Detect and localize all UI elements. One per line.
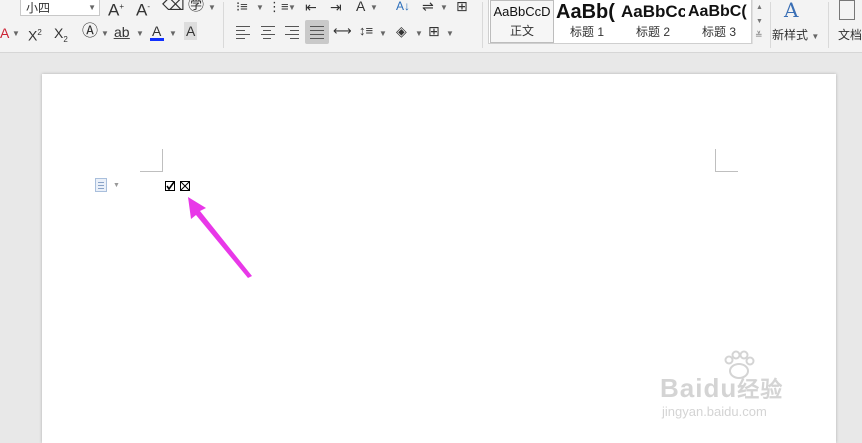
increase-indent-icon[interactable]: ⇥ [330,0,342,16]
watermark-brand: Baidu [660,373,738,403]
separator [828,2,829,48]
separator [482,2,483,48]
style-preview: AaBb( [556,1,615,23]
style-preview: AaBbC( [688,3,747,20]
chevron-down-icon[interactable]: ▼ [113,182,120,189]
expand-gallery-icon[interactable]: ≚ [755,30,763,41]
show-marks-icon[interactable]: ⇌ [422,0,434,15]
chevron-down-icon[interactable]: ▼ [169,30,177,38]
distributed-align-icon[interactable]: ⟷ [333,22,352,40]
highlight-icon[interactable]: a̲b̲ [114,23,130,41]
chevron-down-icon[interactable]: ▼ [136,30,144,38]
checked-checkbox[interactable] [165,181,175,191]
ribbon-toolbar: 小四 ▼ A+ A- ⌫ ㊫ ▼ A ▼ X2 X2 Ⓐ ▼ a̲b̲ ▼ A … [0,0,862,53]
annotation-arrow-icon [188,197,252,278]
chevron-down-icon[interactable]: ▼ [370,4,378,12]
margin-corner-top-right [715,149,738,172]
subscript-icon[interactable]: X2 [54,24,68,49]
font-color-bar [150,38,164,41]
chevron-down-icon[interactable]: ▼ [379,30,387,38]
superscript-icon[interactable]: X2 [28,24,42,45]
gallery-scroll[interactable]: ▲ ▼ ≚ [752,0,766,44]
numbered-list-icon[interactable]: ⋮≡ [268,0,289,16]
style-preview: AaBbCc [621,2,685,21]
eraser-icon[interactable]: ⌫ [162,0,185,15]
decrease-indent-icon[interactable]: ⇤ [305,0,317,16]
font-color-a-icon[interactable]: A [0,24,9,42]
baidu-watermark: Baidu经验 jingyan.baidu.com [660,350,820,430]
style-label: 标题 1 [569,25,604,39]
border-icon[interactable]: ⊞ [428,22,440,40]
font-size-value: 小四 [26,1,51,15]
align-center-icon[interactable] [260,25,276,39]
style-heading-3[interactable]: AaBbC( 标题 3 [688,0,750,43]
grow-font-button[interactable]: A+ [108,0,124,20]
style-heading-1[interactable]: AaBb( 标题 1 [556,0,618,43]
crossed-checkbox[interactable] [180,181,190,191]
char-shading-icon[interactable]: A [184,22,198,40]
chevron-down-icon[interactable]: ▼ [208,4,216,12]
doc-label: 文档 [838,28,862,42]
line-spacing-icon[interactable]: ↕≡ [359,22,373,40]
chevron-down-icon[interactable]: ▼ [415,30,423,38]
chevron-down-icon[interactable]: ▼ [256,4,264,12]
chevron-down-icon[interactable]: ▼ [12,30,20,38]
style-label: 标题 2 [635,25,670,39]
document-icon [839,0,855,20]
new-style-icon: A [784,0,799,22]
justify-icon[interactable] [309,25,325,39]
font-size-select[interactable]: 小四 ▼ [20,0,100,16]
doc-assistant-button[interactable]: 文档 [836,0,862,44]
shading-bucket-icon[interactable]: ◈ [396,22,407,40]
chevron-down-icon[interactable]: ▼ [440,4,448,12]
separator [223,2,224,48]
watermark-brand-cn: 经验 [737,377,784,402]
separator [770,2,771,48]
chinese-layout-icon[interactable]: A [356,0,365,15]
chevron-down-icon[interactable]: ▼ [288,4,296,12]
style-preview: AaBbCcD [493,4,551,19]
new-style-label: 新样式 [772,28,809,42]
pinyin-guide-icon[interactable]: ㊫ [188,0,204,15]
bullet-list-icon[interactable]: ⁝≡ [236,0,248,16]
chevron-down-icon[interactable]: ▼ [756,18,763,25]
chevron-down-icon: ▼ [811,32,820,41]
watermark-url: jingyan.baidu.com [662,404,767,419]
style-label: 标题 3 [701,25,736,39]
new-style-button[interactable]: A 新样式 ▼ [772,0,824,44]
chevron-down-icon[interactable]: ▼ [446,30,454,38]
chevron-down-icon[interactable]: ▼ [101,30,109,38]
text-effect-icon[interactable]: Ⓐ [82,23,98,41]
chevron-up-icon[interactable]: ▲ [756,4,763,11]
table-grid-icon[interactable]: ⊞ [456,0,468,15]
styles-gallery: AaBbCcD 正文 AaBb( 标题 1 AaBbCc 标题 2 AaBbC(… [488,0,752,44]
style-label: 正文 [509,24,534,38]
sort-icon[interactable]: A↓ [396,0,410,15]
chevron-down-icon: ▼ [88,3,96,12]
align-right-icon[interactable] [284,25,300,39]
style-heading-2[interactable]: AaBbCc 标题 2 [621,0,685,43]
margin-corner-top-left [140,149,163,172]
style-normal[interactable]: AaBbCcD 正文 [490,0,554,43]
paragraph-layout-icon[interactable] [95,178,107,192]
align-left-icon[interactable] [235,25,251,39]
shrink-font-button[interactable]: A- [136,0,150,20]
